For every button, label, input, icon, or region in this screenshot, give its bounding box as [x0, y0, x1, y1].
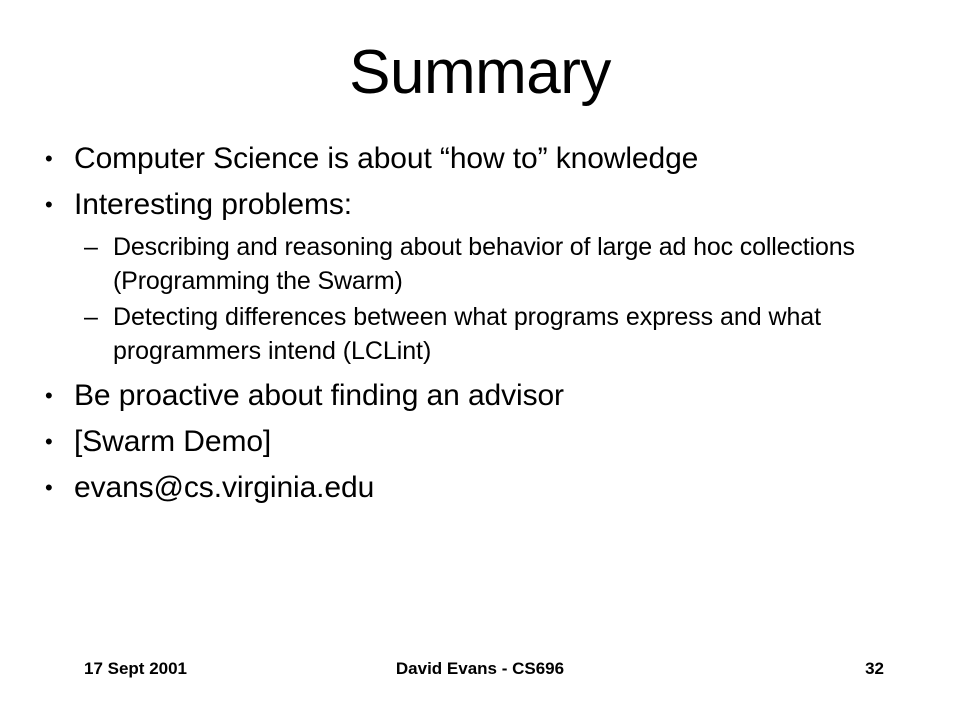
page-title: Summary — [349, 38, 611, 107]
slide-number: 32 — [865, 659, 884, 678]
slide-footer: 17 Sept 2001 David Evans - CS696 32 — [0, 656, 960, 682]
sub-list-item: – Detecting differences between what pro… — [40, 300, 930, 370]
email-text: evans@cs.virginia.edu — [74, 471, 375, 504]
list-item-text: [Swarm Demo] — [74, 425, 272, 458]
bullet-marker-icon: • — [45, 192, 53, 217]
bullet-marker-icon: • — [45, 383, 53, 408]
dash-marker-icon: – — [84, 233, 98, 261]
list-item-text: Computer Science is about “how to” knowl… — [74, 142, 699, 175]
slide-body: • Computer Science is about “how to” kno… — [40, 138, 930, 513]
bullet-marker-icon: • — [45, 146, 53, 171]
sub-list-item-text: Describing and reasoning about behavior … — [113, 233, 855, 295]
list-item-text: Be proactive about finding an advisor — [74, 379, 564, 412]
bullet-marker-icon: • — [45, 475, 53, 500]
footer-author: David Evans - CS696 — [395, 659, 565, 678]
list-item: • evans@cs.virginia.edu — [40, 467, 930, 513]
list-item-text: Interesting problems: — [74, 188, 353, 221]
list-item: • Computer Science is about “how to” kno… — [40, 138, 930, 184]
slide: Summary • Computer Science is about “how… — [0, 0, 960, 720]
sub-list-item-text: Detecting differences between what progr… — [113, 303, 822, 365]
dash-marker-icon: – — [84, 303, 98, 331]
sub-list-item: – Describing and reasoning about behavio… — [40, 230, 930, 300]
list-item: • Interesting problems: — [40, 184, 930, 230]
list-item: • [Swarm Demo] — [40, 421, 930, 467]
bullet-marker-icon: • — [45, 429, 53, 454]
list-item: • Be proactive about finding an advisor — [40, 375, 930, 421]
